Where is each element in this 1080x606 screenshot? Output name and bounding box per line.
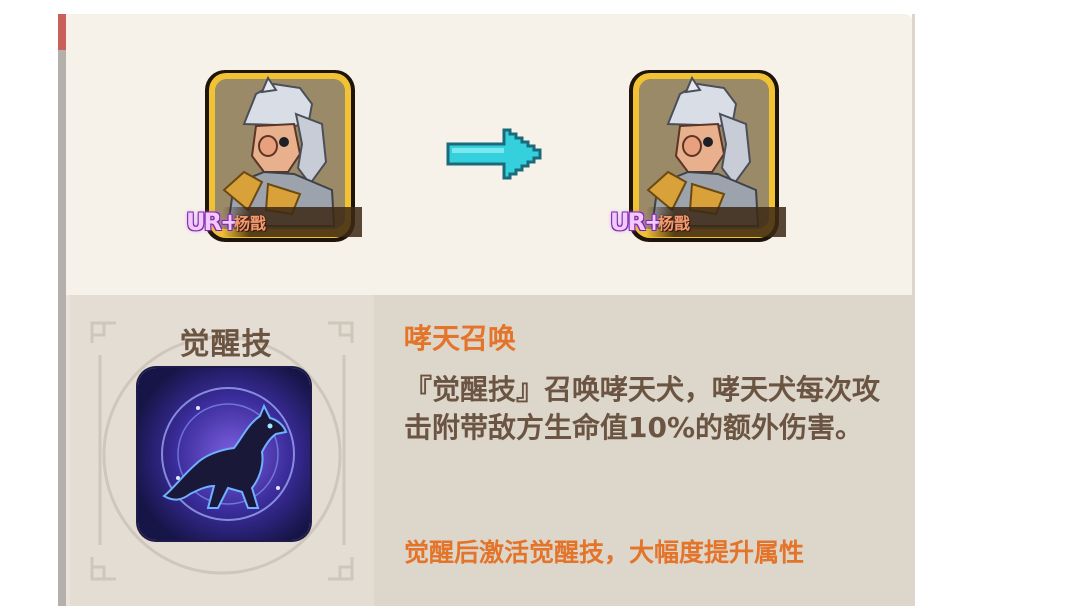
howling-dog-icon[interactable] xyxy=(138,368,310,540)
hero-card-after[interactable]: UR+ 杨戬 xyxy=(610,64,786,242)
hero-name: 杨戬 xyxy=(234,214,267,233)
skill-section-title: 觉醒技 xyxy=(179,327,273,362)
awaken-panel: UR+ 杨戬 UR+ 杨戬 觉醒技 哮天召唤 『觉醒技』召唤哮天犬，哮天犬每次攻… xyxy=(66,14,914,606)
hero-card-before[interactable]: UR+ 杨戬 xyxy=(186,64,362,242)
skill-icon-panel: 觉醒技 xyxy=(70,295,374,606)
skill-name: 哮天召唤 xyxy=(404,322,517,355)
skill-description: 『觉醒技』召唤哮天犬，哮天犬每次攻击附带敌方生命值10%的额外伤害。 xyxy=(404,373,881,444)
rarity-badge: UR+ xyxy=(610,208,664,236)
skill-detail-panel: 哮天召唤 『觉醒技』召唤哮天犬，哮天犬每次攻击附带敌方生命值10%的额外伤害。 … xyxy=(374,295,914,606)
upgrade-preview: UR+ 杨戬 UR+ 杨戬 xyxy=(66,14,914,295)
hero-nameplate: UR+ 杨戬 xyxy=(186,205,364,239)
hero-nameplate: UR+ 杨戬 xyxy=(610,205,788,239)
skill-artwork xyxy=(161,387,295,521)
skill-section: 觉醒技 哮天召唤 『觉醒技』召唤哮天犬，哮天犬每次攻击附带敌方生命值10%的额外… xyxy=(66,295,914,606)
window-border-accent xyxy=(58,14,66,50)
hero-name: 杨戬 xyxy=(658,214,691,233)
skill-unlock-note: 觉醒后激活觉醒技，大幅度提升属性 xyxy=(404,538,805,567)
right-arrow-icon xyxy=(446,128,542,180)
rarity-badge: UR+ xyxy=(186,208,240,236)
window-border xyxy=(58,14,66,606)
page-margin xyxy=(0,0,58,606)
panel-right-border xyxy=(912,14,915,606)
